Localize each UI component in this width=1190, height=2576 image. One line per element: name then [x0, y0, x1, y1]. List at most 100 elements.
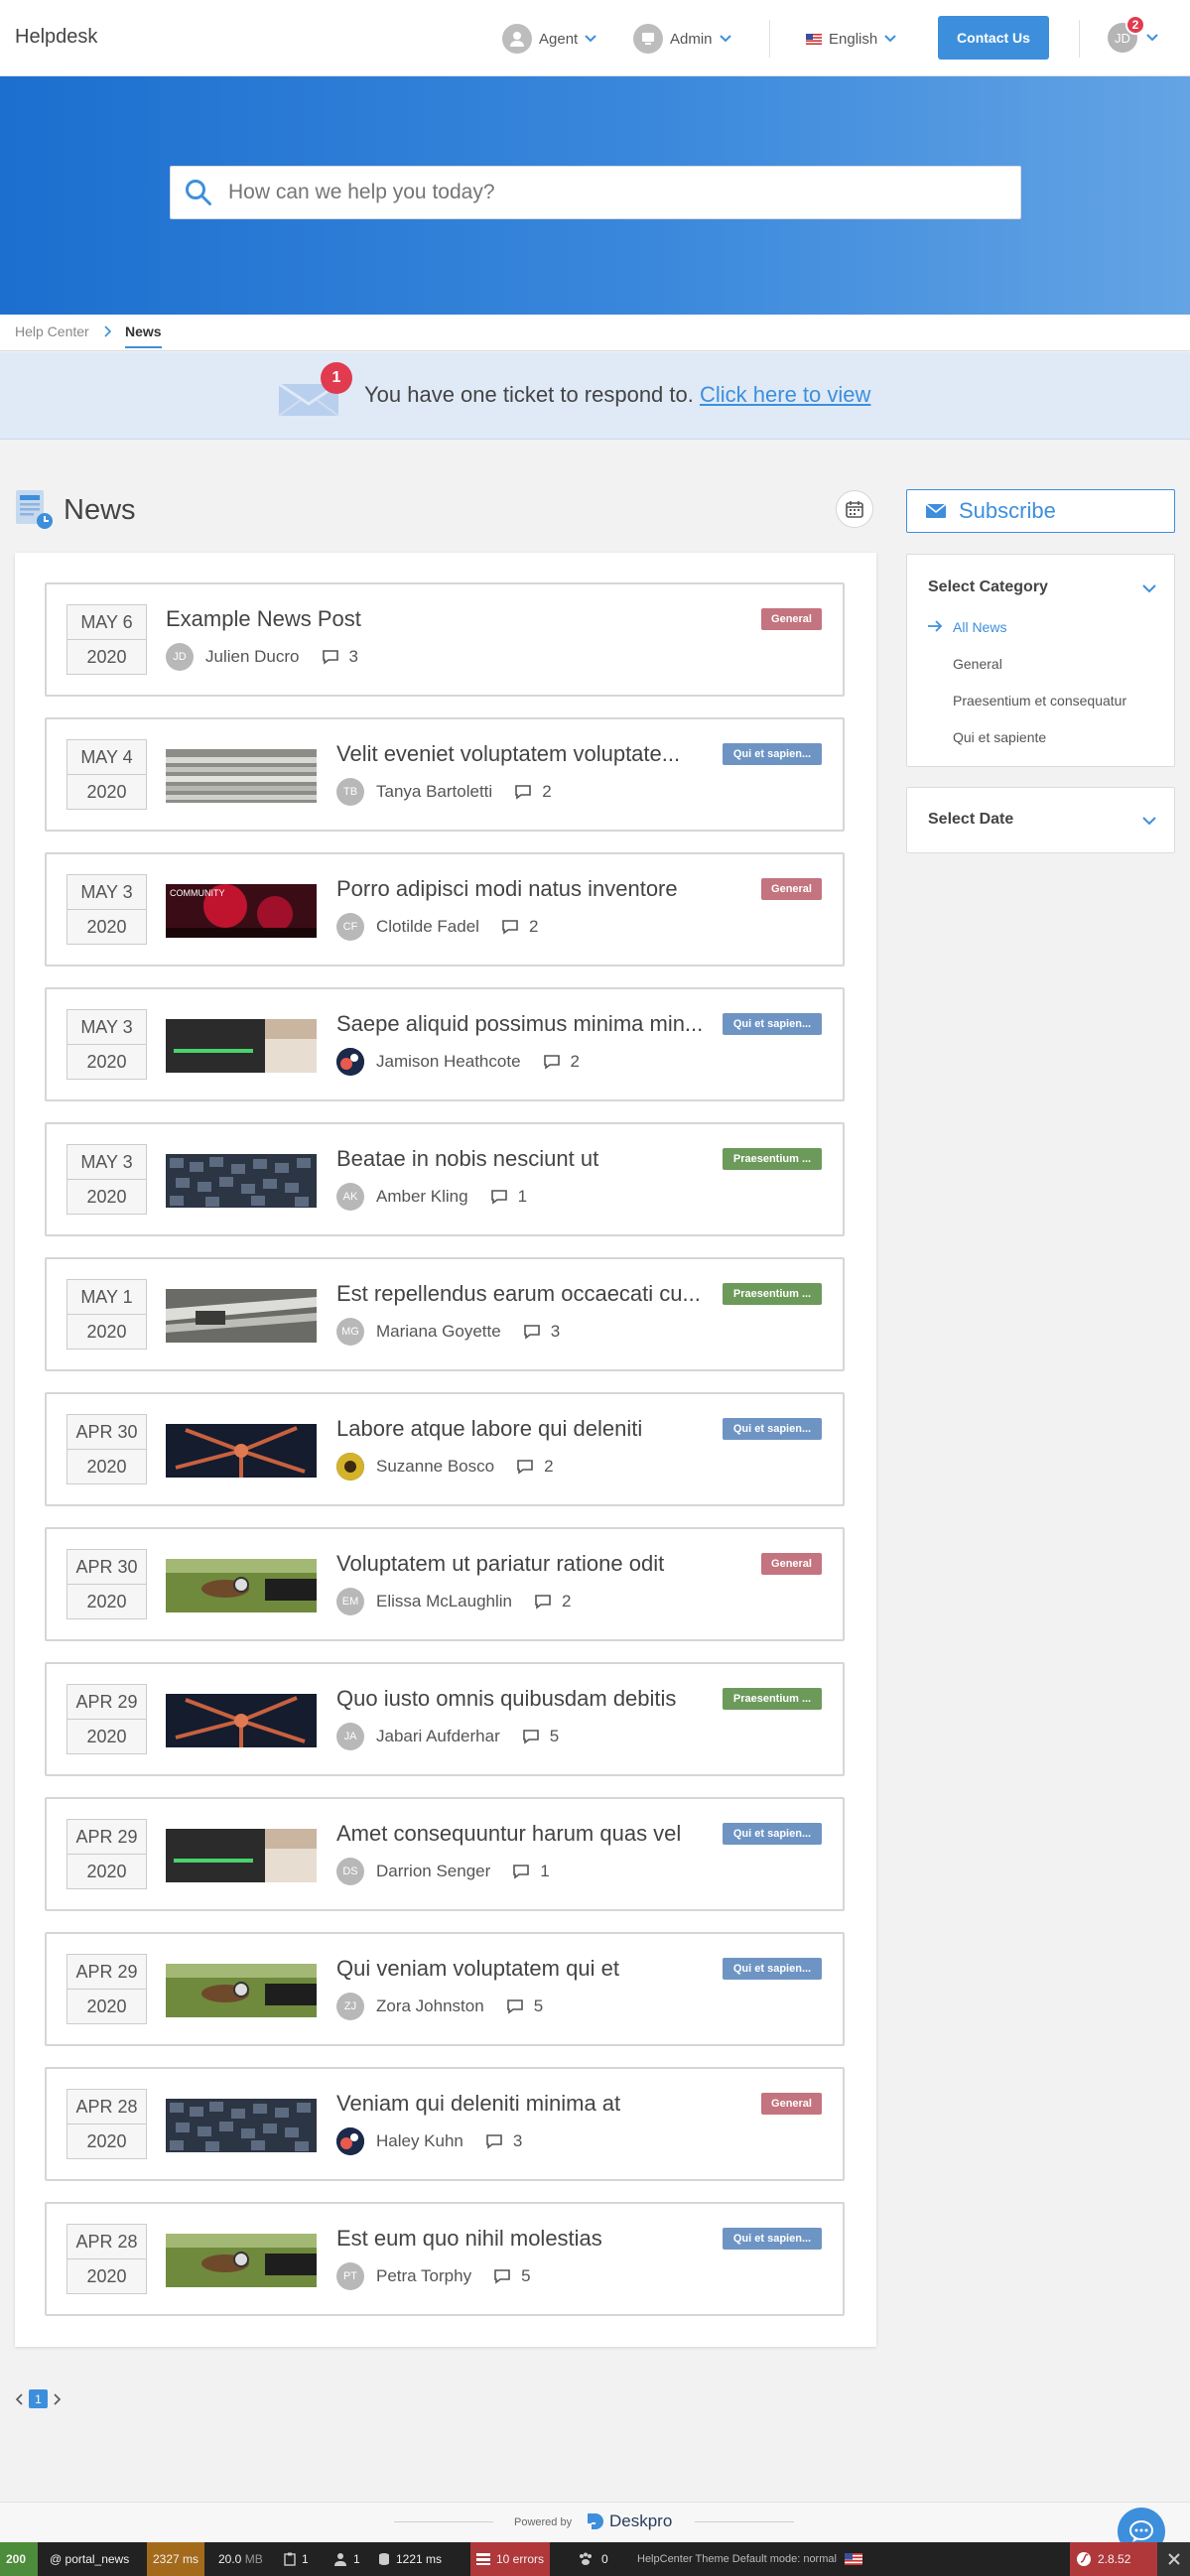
post-thumbnail[interactable] [166, 1829, 317, 1882]
post-title[interactable]: Veniam qui deleniti minima at [336, 2091, 733, 2117]
brand-name[interactable]: Helpdesk [15, 26, 97, 49]
comment-number: 3 [512, 2131, 523, 2150]
category-tag[interactable]: Praesentium ... [723, 1283, 822, 1305]
category-item-general[interactable]: General [953, 656, 1002, 672]
category-filter-title[interactable]: Select Category [928, 579, 1048, 596]
date-box: APR 29 2020 [66, 1954, 147, 2024]
breadcrumb-current: News [125, 323, 162, 348]
category-tag[interactable]: Qui et sapien... [723, 1823, 822, 1845]
category-item-praesentium[interactable]: Praesentium et consequatur [953, 693, 1126, 708]
category-tag[interactable]: General [761, 1553, 822, 1575]
post-title[interactable]: Labore atque labore qui deleniti [336, 1416, 733, 1442]
post-thumbnail[interactable] [166, 1964, 317, 2017]
deskpro-logo[interactable]: Deskpro [586, 2512, 672, 2531]
chevron-left-icon[interactable] [15, 2392, 23, 2405]
category-tag[interactable]: General [761, 608, 822, 630]
news-card[interactable]: APR 28 2020 Est eum quo nihil molestias … [45, 2202, 845, 2316]
news-card[interactable]: APR 28 2020 Veniam qui deleniti minima a… [45, 2067, 845, 2181]
chevron-right-icon[interactable] [54, 2392, 62, 2405]
debug-memory[interactable]: 20.0 MB [212, 2542, 269, 2576]
news-card[interactable]: MAY 4 2020 Velit eveniet voluptatem volu… [45, 717, 845, 832]
category-item-qui-et-sapiente[interactable]: Qui et sapiente [953, 729, 1046, 745]
news-card[interactable]: MAY 3 2020 COMMUNITY Porro adipisci modi… [45, 852, 845, 966]
post-title[interactable]: Beatae in nobis nesciunt ut [336, 1146, 733, 1172]
post-title[interactable]: Saepe aliquid possimus minima min... [336, 1011, 733, 1037]
post-title[interactable]: Est repellendus earum occaecati cu... [336, 1281, 733, 1307]
category-tag[interactable]: Qui et sapien... [723, 2228, 822, 2250]
debug-status-code[interactable]: 200 [0, 2542, 38, 2576]
chevron-down-icon[interactable] [1146, 34, 1158, 42]
language-menu[interactable]: English [806, 22, 896, 56]
post-thumbnail[interactable] [166, 749, 317, 803]
post-title[interactable]: Amet consequuntur harum quas vel [336, 1821, 733, 1847]
date-filter-title[interactable]: Select Date [928, 811, 1013, 829]
debug-theme[interactable]: HelpCenter Theme Default mode: normal [631, 2542, 868, 2576]
news-card[interactable]: APR 29 2020 Amet consequuntur harum quas… [45, 1797, 845, 1911]
footer-divider [394, 2521, 493, 2522]
category-tag[interactable]: Praesentium ... [723, 1688, 822, 1710]
news-card[interactable]: MAY 3 2020 Beatae in nobis nesciunt ut A… [45, 1122, 845, 1236]
post-meta: Jamison Heathcote 2 [336, 1047, 580, 1077]
debug-count-1: 1 [302, 2552, 309, 2566]
post-thumbnail[interactable] [166, 2234, 317, 2287]
page-number-current[interactable]: 1 [29, 2389, 48, 2408]
author-avatar: ZJ [336, 1993, 364, 2020]
category-tag[interactable]: General [761, 878, 822, 900]
comment-count: 2 [543, 1052, 580, 1072]
news-card[interactable]: APR 29 2020 Qui veniam voluptatem qui et… [45, 1932, 845, 2046]
pagination: 1 [15, 2389, 62, 2408]
news-card[interactable]: APR 30 2020 Labore atque labore qui dele… [45, 1392, 845, 1506]
news-card[interactable]: MAY 6 2020 Example News Post JD Julien D… [45, 582, 845, 697]
search-box[interactable] [170, 166, 1021, 219]
post-thumbnail[interactable] [166, 1154, 317, 1208]
news-card[interactable]: APR 29 2020 Quo iusto omnis quibusdam de… [45, 1662, 845, 1776]
chevron-down-icon[interactable] [1142, 817, 1156, 826]
agent-menu[interactable]: Agent [502, 22, 596, 56]
post-title[interactable]: Porro adipisci modi natus inventore [336, 876, 733, 902]
search-input[interactable] [228, 181, 983, 204]
breadcrumb-home[interactable]: Help Center [15, 323, 89, 339]
category-tag[interactable]: Qui et sapien... [723, 1958, 822, 1980]
news-card[interactable]: APR 30 2020 Voluptatem ut pariatur ratio… [45, 1527, 845, 1641]
post-thumbnail[interactable] [166, 1424, 317, 1478]
debug-user[interactable]: 1 [328, 2542, 366, 2576]
calendar-button[interactable] [836, 490, 873, 528]
news-card[interactable]: MAY 3 2020 Saepe aliquid possimus minima… [45, 987, 845, 1101]
category-tag[interactable]: Qui et sapien... [723, 1013, 822, 1035]
debug-version[interactable]: 2.8.52 [1070, 2542, 1157, 2576]
post-title[interactable]: Quo iusto omnis quibusdam debitis [336, 1686, 733, 1712]
debug-forms[interactable]: 1 [278, 2542, 315, 2576]
comment-number: 5 [533, 1996, 544, 2015]
post-thumbnail[interactable]: COMMUNITY [166, 884, 317, 938]
category-tag[interactable]: Qui et sapien... [723, 743, 822, 765]
view-tickets-link[interactable]: Click here to view [700, 382, 870, 407]
debug-route[interactable]: @ portal_news [44, 2542, 135, 2576]
author-name: Haley Kuhn [376, 2131, 463, 2150]
admin-menu[interactable]: Admin [633, 22, 731, 56]
debug-request-time[interactable]: 2327 ms [147, 2542, 205, 2576]
post-title[interactable]: Voluptatem ut pariatur ratione odit [336, 1551, 733, 1577]
post-title[interactable]: Est eum quo nihil molestias [336, 2226, 733, 2252]
post-title[interactable]: Qui veniam voluptatem qui et [336, 1956, 733, 1982]
debug-events[interactable]: 0 [572, 2542, 614, 2576]
comment-icon [486, 2134, 502, 2149]
post-thumbnail[interactable] [166, 1019, 317, 1073]
post-thumbnail[interactable] [166, 1559, 317, 1612]
debug-db[interactable]: 1221 ms [372, 2542, 448, 2576]
category-tag[interactable]: Praesentium ... [723, 1148, 822, 1170]
news-card[interactable]: MAY 1 2020 Est repellendus earum occaeca… [45, 1257, 845, 1371]
category-tag[interactable]: General [761, 2093, 822, 2115]
debug-errors[interactable]: 10 errors [470, 2542, 551, 2576]
debug-close-button[interactable] [1157, 2542, 1190, 2576]
post-thumbnail[interactable] [166, 1289, 317, 1343]
post-thumbnail[interactable] [166, 1694, 317, 1747]
post-thumbnail[interactable] [166, 2099, 317, 2152]
category-tag[interactable]: Qui et sapien... [723, 1418, 822, 1440]
post-title[interactable]: Example News Post [166, 606, 722, 632]
author-avatar [336, 1048, 364, 1076]
chevron-down-icon[interactable] [1142, 584, 1156, 593]
post-title[interactable]: Velit eveniet voluptatem voluptate... [336, 741, 733, 767]
contact-us-button[interactable]: Contact Us [938, 16, 1049, 60]
subscribe-button[interactable]: Subscribe [906, 489, 1175, 533]
category-item-all-news[interactable]: All News [953, 619, 1006, 635]
